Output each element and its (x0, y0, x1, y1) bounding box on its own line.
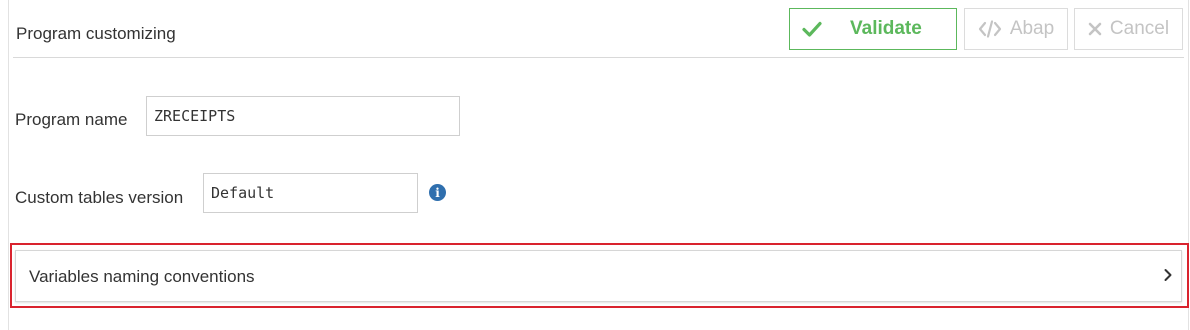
program-name-label: Program name (15, 110, 128, 129)
cancel-label: Cancel (1109, 18, 1170, 39)
abap-button[interactable]: Abap (964, 8, 1068, 50)
validate-button[interactable]: Validate (789, 8, 957, 50)
info-icon[interactable]: i (429, 184, 446, 201)
page-title: Program customizing (16, 24, 176, 43)
program-name-value: ZRECEIPTS (154, 107, 236, 125)
abap-label: Abap (1009, 18, 1055, 39)
custom-tables-version-input[interactable]: Default (203, 173, 418, 213)
custom-tables-version-value: Default (211, 184, 275, 202)
program-customizing-window: Program customizing Validate Abap Cancel… (8, 0, 1189, 330)
panel-title: Variables naming conventions (29, 267, 255, 286)
header-divider (13, 57, 1184, 58)
close-icon (1088, 22, 1102, 36)
program-name-input[interactable]: ZRECEIPTS (146, 96, 460, 136)
code-icon (978, 20, 1002, 38)
custom-tables-version-label: Custom tables version (15, 188, 184, 207)
header: Program customizing Validate Abap Cancel (9, 0, 1188, 58)
chevron-right-icon (1163, 268, 1173, 287)
validate-label: Validate (850, 18, 922, 39)
variables-naming-conventions-panel[interactable]: Variables naming conventions (15, 250, 1182, 302)
cancel-button[interactable]: Cancel (1074, 8, 1183, 50)
check-icon (802, 21, 822, 37)
